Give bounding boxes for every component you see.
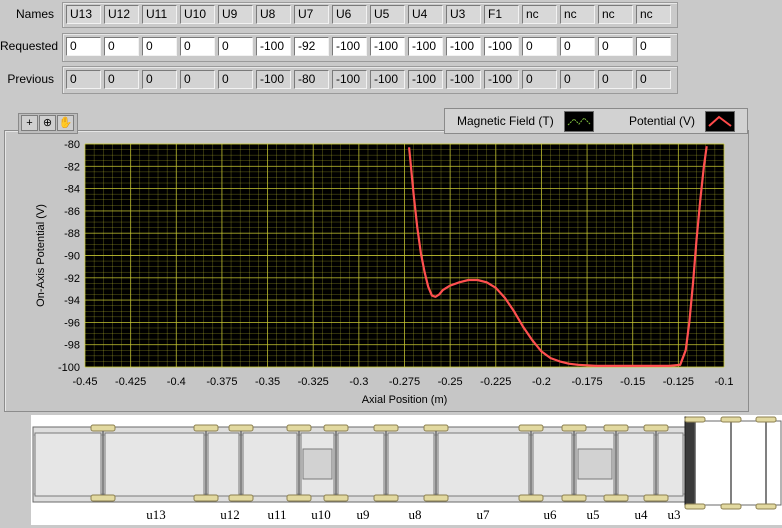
flange-bottom [561,494,587,502]
y-tick-label: -90 [64,251,80,263]
flange-top [323,424,349,432]
flange-top [193,424,219,432]
x-tick-label: -0.425 [115,376,146,388]
flange-bottom [228,494,254,502]
right-flange-bottom [755,503,777,510]
electrode-label: u10 [311,507,331,522]
flange-bottom [643,494,669,502]
flange-top [603,424,629,432]
flange-bottom [90,494,116,502]
y-axis-title: On-Axis Potential (V) [35,204,47,307]
electrode-segment [242,432,298,497]
flange-bottom [323,494,349,502]
right-flange-top [720,416,742,423]
x-tick-label: -0.175 [571,376,602,388]
electrode-segment [337,432,385,497]
electrode-segment [532,432,573,497]
y-tick-label: -82 [64,161,80,173]
electrode-label: u11 [267,507,286,522]
electrode-label: u8 [409,507,422,522]
y-tick-label: -96 [64,317,80,329]
electrode-label: u6 [544,507,558,522]
grid-electrode [684,416,696,508]
x-tick-label: -0.325 [298,376,329,388]
y-tick-label: -98 [64,340,80,352]
y-tick-label: -84 [64,184,80,196]
x-tick-label: -0.15 [620,376,645,388]
flange-top [228,424,254,432]
right-flange-top [684,416,706,423]
flange-top [90,424,116,432]
electrode-diagram-drawing: u13 u12 u11 u10 u9 u8 u7 u6 u5 u4 u3 [32,416,782,522]
x-tick-label: -0.3 [349,376,368,388]
flange-top [373,424,399,432]
flange-top [423,424,449,432]
electrode-label: u3 [668,507,681,522]
right-flange-top [755,416,777,423]
electrode-segment [657,432,684,497]
x-tick-label: -0.25 [438,376,463,388]
electrode-segment [34,432,102,497]
electrode-insert [577,448,613,480]
electrode-segment [104,432,205,497]
x-tick-label: -0.45 [72,376,97,388]
y-tick-label: -100 [58,362,80,374]
flange-bottom [193,494,219,502]
right-chamber [694,420,782,506]
electrode-label: u9 [357,507,370,522]
electrode-segment [207,432,240,497]
potential-chart[interactable]: -80 -82 -84 -86 -88 -90 -92 -94 -96 -98 -100 -0.45 -… [0,0,782,415]
x-tick-label: -0.1 [715,376,734,388]
x-tick-label: -0.375 [206,376,237,388]
electrode-label: u5 [587,507,600,522]
flange-top [286,424,312,432]
y-tick-label: -92 [64,273,80,285]
right-flange-bottom [720,503,742,510]
x-tick-label: -0.275 [389,376,420,388]
y-tick-label: -94 [64,295,80,307]
electrode-insert [302,448,333,480]
electrode-label: u4 [635,507,649,522]
flange-bottom [373,494,399,502]
electrode-diagram: u13 u12 u11 u10 u9 u8 u7 u6 u5 u4 u3 [31,415,782,525]
y-tick-label: -80 [64,139,80,151]
y-tick-label: -86 [64,206,80,218]
electrode-segment [387,432,435,497]
x-tick-label: -0.125 [663,376,694,388]
electrode-segment [617,432,655,497]
flange-bottom [518,494,544,502]
flange-bottom [286,494,312,502]
flange-top [643,424,669,432]
x-axis-title: Axial Position (m) [362,394,448,406]
x-tick-label: -0.4 [167,376,186,388]
flange-top [518,424,544,432]
y-tick-label: -88 [64,228,80,240]
electrode-label: u12 [220,507,240,522]
electrode-label: u7 [477,507,491,522]
flange-bottom [423,494,449,502]
x-tick-label: -0.2 [532,376,551,388]
flange-top [561,424,587,432]
electrode-label: u13 [146,507,166,522]
x-tick-label: -0.35 [255,376,280,388]
x-tick-label: -0.225 [480,376,511,388]
flange-bottom [603,494,629,502]
right-flange-bottom [684,503,706,510]
electrode-segment [437,432,530,497]
